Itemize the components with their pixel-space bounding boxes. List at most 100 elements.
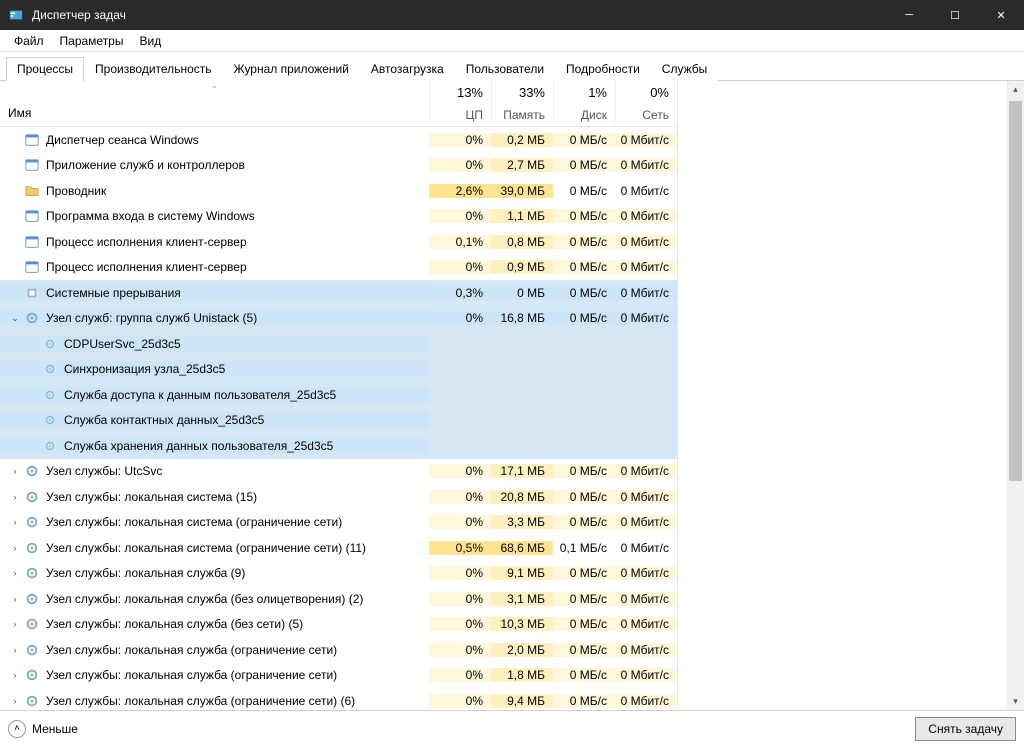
scrollbar-thumb[interactable]: [1009, 101, 1022, 481]
expand-toggle-icon[interactable]: ›: [8, 543, 22, 553]
table-row[interactable]: › Узел службы: локальная служба (ограниче…: [0, 637, 677, 663]
expand-toggle-icon[interactable]: ›: [8, 568, 22, 578]
table-row[interactable]: ›Узел службы: UtcSvc0%17,1 МБ0 МБ/с0 Мби…: [0, 459, 677, 485]
table-row[interactable]: Процесс исполнения клиент-сервер0%0,9 МБ…: [0, 255, 677, 281]
window-title: Диспетчер задач: [32, 8, 886, 22]
process-name: Узел службы: UtcSvc: [46, 464, 162, 478]
table-row[interactable]: Синхронизация узла_25d3c5: [0, 357, 677, 383]
table-row[interactable]: › Узел службы: локальная служба (без олиц…: [0, 586, 677, 612]
table-row[interactable]: ›Узел службы: локальная служба (ограниче…: [0, 688, 677, 710]
column-name[interactable]: ˆ Имя: [0, 81, 429, 126]
cpu-value: 0%: [429, 668, 491, 682]
process-name: Узел службы: локальная система (ограниче…: [46, 541, 366, 555]
disk-value: 0 МБ/с: [553, 515, 615, 529]
scrollbar-track[interactable]: ▴ ▾: [1007, 81, 1024, 710]
table-row[interactable]: Программа входа в систему Windows0%1,1 М…: [0, 204, 677, 230]
expand-toggle-icon[interactable]: ›: [8, 696, 22, 706]
mem-value: 0,9 МБ: [491, 260, 553, 274]
maximize-button[interactable]: ☐: [932, 0, 978, 30]
mem-value: 2,7 МБ: [491, 158, 553, 172]
table-row[interactable]: › Узел службы: локальная служба (без сети…: [0, 612, 677, 638]
cpu-value: 0%: [429, 617, 491, 631]
table-row[interactable]: ›Узел службы: локальная служба (9)0%9,1 …: [0, 561, 677, 587]
gear-icon: [24, 514, 40, 530]
cpu-value: 0%: [429, 209, 491, 223]
table-row[interactable]: Системные прерывания0,3%0 МБ0 МБ/с0 Мбит…: [0, 280, 677, 306]
table-row[interactable]: Служба контактных данных_25d3c5: [0, 408, 677, 434]
table-row[interactable]: Проводник2,6%39,0 МБ0 МБ/с0 Мбит/с: [0, 178, 677, 204]
tab-users[interactable]: Пользователи: [455, 57, 555, 81]
sort-arrow-icon: ˆ: [213, 85, 216, 95]
net-value: 0 Мбит/с: [615, 515, 677, 529]
tab-performance[interactable]: Производительность: [84, 57, 222, 81]
mem-value: 9,1 МБ: [491, 566, 553, 580]
mem-value: 20,8 МБ: [491, 490, 553, 504]
table-row[interactable]: Диспетчер сеанса Windows0%0,2 МБ0 МБ/с0 …: [0, 127, 677, 153]
scroll-down-button[interactable]: ▾: [1007, 693, 1024, 710]
scroll-up-button[interactable]: ▴: [1007, 81, 1024, 98]
expand-toggle-icon[interactable]: ›: [8, 670, 22, 680]
table-row[interactable]: ⌄Узел служб: группа служб Unistack (5)0%…: [0, 306, 677, 332]
table-row[interactable]: Служба доступа к данным пользователя_25d…: [0, 382, 677, 408]
net-value: 0 Мбит/с: [615, 643, 677, 657]
table-row[interactable]: ›Узел службы: локальная служба (ограниче…: [0, 663, 677, 689]
menu-view[interactable]: Вид: [131, 32, 169, 50]
expand-toggle-icon[interactable]: ›: [8, 645, 22, 655]
table-row[interactable]: Приложение служб и контроллеров0%2,7 МБ0…: [0, 153, 677, 179]
window-icon: [24, 259, 40, 275]
process-name: Узел службы: локальная служба (ограничен…: [46, 643, 337, 657]
expand-toggle-icon[interactable]: ›: [8, 466, 22, 476]
gear-icon: [24, 667, 40, 683]
table-row[interactable]: › Узел службы: локальная система (огранич…: [0, 535, 677, 561]
disk-value: 0 МБ/с: [553, 694, 615, 708]
menu-options[interactable]: Параметры: [52, 32, 132, 50]
expand-toggle-icon[interactable]: ›: [8, 517, 22, 527]
column-network[interactable]: 0% Сеть: [615, 81, 677, 126]
cpu-percent: 13%: [457, 85, 483, 100]
right-empty-area: ▴ ▾: [678, 81, 1024, 710]
net-value: 0 Мбит/с: [615, 592, 677, 606]
table-row[interactable]: Служба хранения данных пользователя_25d3…: [0, 433, 677, 459]
net-value: 0 Мбит/с: [615, 184, 677, 198]
column-memory[interactable]: 33% Память: [491, 81, 553, 126]
table-row[interactable]: ›Узел службы: локальная система (огранич…: [0, 510, 677, 536]
table-row[interactable]: CDPUserSvc_25d3c5: [0, 331, 677, 357]
end-task-button[interactable]: Снять задачу: [915, 717, 1016, 741]
table-row[interactable]: Процесс исполнения клиент-сервер0,1%0,8 …: [0, 229, 677, 255]
net-value: 0 Мбит/с: [615, 235, 677, 249]
mem-value: 0,2 МБ: [491, 133, 553, 147]
disk-value: 0 МБ/с: [553, 311, 615, 325]
column-disk[interactable]: 1% Диск: [553, 81, 615, 126]
expand-toggle-icon[interactable]: ›: [8, 594, 22, 604]
cpu-value: 0,5%: [429, 541, 491, 555]
fewer-details[interactable]: ˄ Меньше: [8, 720, 78, 738]
process-name: Узел службы: локальная служба (без олице…: [46, 592, 363, 606]
titlebar[interactable]: Диспетчер задач ─ ☐ ✕: [0, 0, 1024, 30]
process-name: Узел службы: локальная система (15): [46, 490, 257, 504]
mem-value: 16,8 МБ: [491, 311, 553, 325]
expand-toggle-icon[interactable]: ⌄: [8, 313, 22, 324]
process-name: Служба контактных данных_25d3c5: [64, 413, 264, 427]
expand-toggle-icon[interactable]: ›: [8, 492, 22, 502]
tab-apphistory[interactable]: Журнал приложений: [223, 57, 360, 81]
process-name: Процесс исполнения клиент-сервер: [46, 260, 247, 274]
process-name: Узел службы: локальная служба (без сети)…: [46, 617, 303, 631]
close-button[interactable]: ✕: [978, 0, 1024, 30]
net-value: 0 Мбит/с: [615, 209, 677, 223]
tab-services[interactable]: Службы: [651, 57, 718, 81]
table-row[interactable]: ›Узел службы: локальная система (15)0%20…: [0, 484, 677, 510]
column-cpu[interactable]: 13% ЦП: [429, 81, 491, 126]
disk-value: 0 МБ/с: [553, 490, 615, 504]
cpu-value: 0%: [429, 311, 491, 325]
net-value: 0 Мбит/с: [615, 617, 677, 631]
tab-details[interactable]: Подробности: [555, 57, 651, 81]
gear-icon: [24, 642, 40, 658]
chip-icon: [24, 285, 40, 301]
menu-file[interactable]: Файл: [6, 32, 52, 50]
cpu-value: 0%: [429, 592, 491, 606]
tab-startup[interactable]: Автозагрузка: [360, 57, 455, 81]
expand-toggle-icon[interactable]: ›: [8, 619, 22, 629]
minimize-button[interactable]: ─: [886, 0, 932, 30]
process-table: ˆ Имя 13% ЦП 33% Память 1% Диск 0% Сеть …: [0, 81, 678, 710]
tab-processes[interactable]: Процессы: [6, 57, 84, 81]
